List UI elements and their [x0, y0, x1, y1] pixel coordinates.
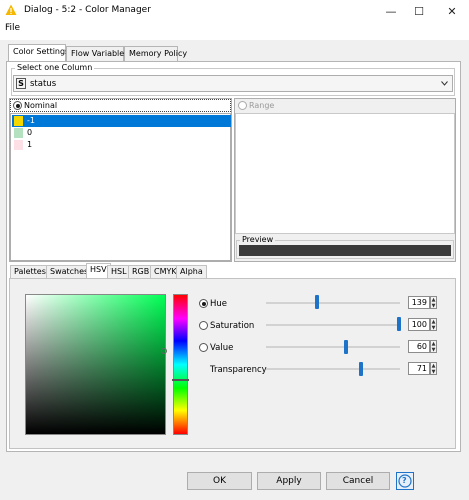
maximize-button[interactable]: ☐ — [404, 0, 434, 22]
menu-file[interactable]: File — [5, 23, 20, 33]
transparency-spinner-arrows[interactable]: ▲ ▼ — [430, 362, 437, 375]
list-item[interactable]: 0 — [12, 127, 231, 139]
help-glyph: ? — [402, 476, 407, 485]
cancel-button[interactable]: Cancel — [326, 472, 390, 490]
tab-palettes[interactable]: Palettes — [10, 265, 50, 278]
close-button[interactable]: ✕ — [437, 0, 467, 22]
color-swatch — [14, 116, 23, 126]
hue-spinner[interactable]: 139 — [408, 296, 430, 309]
window-title: Dialog - 5:2 - Color Manager — [24, 5, 151, 15]
saturation-slider-thumb[interactable] — [397, 317, 401, 331]
value-spinner-arrows[interactable]: ▲ ▼ — [430, 340, 437, 353]
hue-slider-bar[interactable] — [173, 294, 188, 435]
saturation-radio[interactable] — [199, 321, 208, 330]
list-item-label: -1 — [27, 116, 35, 125]
warning-icon — [5, 4, 17, 15]
nominal-radio[interactable] — [13, 101, 22, 110]
list-item[interactable]: 1 — [12, 139, 231, 151]
menu-bar — [0, 22, 469, 38]
column-group-legend: Select one Column — [15, 63, 95, 72]
preview-legend: Preview — [240, 235, 276, 244]
value-slider-thumb[interactable] — [344, 340, 348, 354]
color-swatch — [14, 128, 23, 138]
help-button[interactable]: ? — [396, 472, 414, 490]
column-select-value: status — [30, 79, 57, 89]
range-list — [235, 113, 455, 234]
color-swatch — [14, 140, 23, 150]
minimize-button[interactable]: — — [376, 0, 406, 22]
saturation-spinner-arrows[interactable]: ▲ ▼ — [430, 318, 437, 331]
hue-slider-thumb[interactable] — [315, 295, 319, 309]
transparency-label: Transparency — [210, 365, 267, 375]
value-label: Value — [210, 343, 234, 353]
nominal-value-list: -1 0 1 — [10, 113, 231, 261]
saturation-value-square[interactable] — [25, 294, 166, 435]
saturation-slider-track[interactable] — [266, 324, 400, 326]
tab-memory-policy[interactable]: Memory Policy — [124, 46, 187, 61]
column-select[interactable] — [13, 75, 453, 92]
tab-alpha[interactable]: Alpha — [176, 265, 207, 278]
hue-label: Hue — [210, 299, 228, 309]
nominal-label: Nominal — [24, 101, 58, 110]
value-radio[interactable] — [199, 343, 208, 352]
hue-spinner-arrows[interactable]: ▲ ▼ — [430, 296, 437, 309]
list-item-label: 0 — [27, 128, 33, 137]
string-type-icon: S — [16, 78, 26, 89]
transparency-slider-track[interactable] — [266, 368, 400, 370]
saturation-spinner[interactable]: 100 — [408, 318, 430, 331]
transparency-spinner[interactable]: 71 — [408, 362, 430, 375]
transparency-slider-thumb[interactable] — [359, 362, 363, 376]
chevron-down-icon — [441, 81, 448, 86]
value-spinner[interactable]: 60 — [408, 340, 430, 353]
tab-flow-variables[interactable]: Flow Variables — [66, 46, 128, 61]
range-label: Range — [249, 101, 275, 110]
preview-swatch — [239, 245, 451, 256]
apply-button[interactable]: Apply — [257, 472, 321, 490]
tab-color-settings[interactable]: Color Settings — [8, 44, 69, 61]
sv-cursor[interactable] — [161, 348, 167, 354]
hue-bar-indicator[interactable] — [172, 379, 189, 381]
range-radio[interactable] — [238, 101, 247, 110]
list-item[interactable]: -1 — [12, 115, 231, 127]
hue-slider-track[interactable] — [266, 302, 400, 304]
saturation-label: Saturation — [210, 321, 255, 331]
hue-radio[interactable] — [199, 299, 208, 308]
ok-button[interactable]: OK — [187, 472, 252, 490]
value-slider-track[interactable] — [266, 346, 400, 348]
list-item-label: 1 — [27, 140, 33, 149]
